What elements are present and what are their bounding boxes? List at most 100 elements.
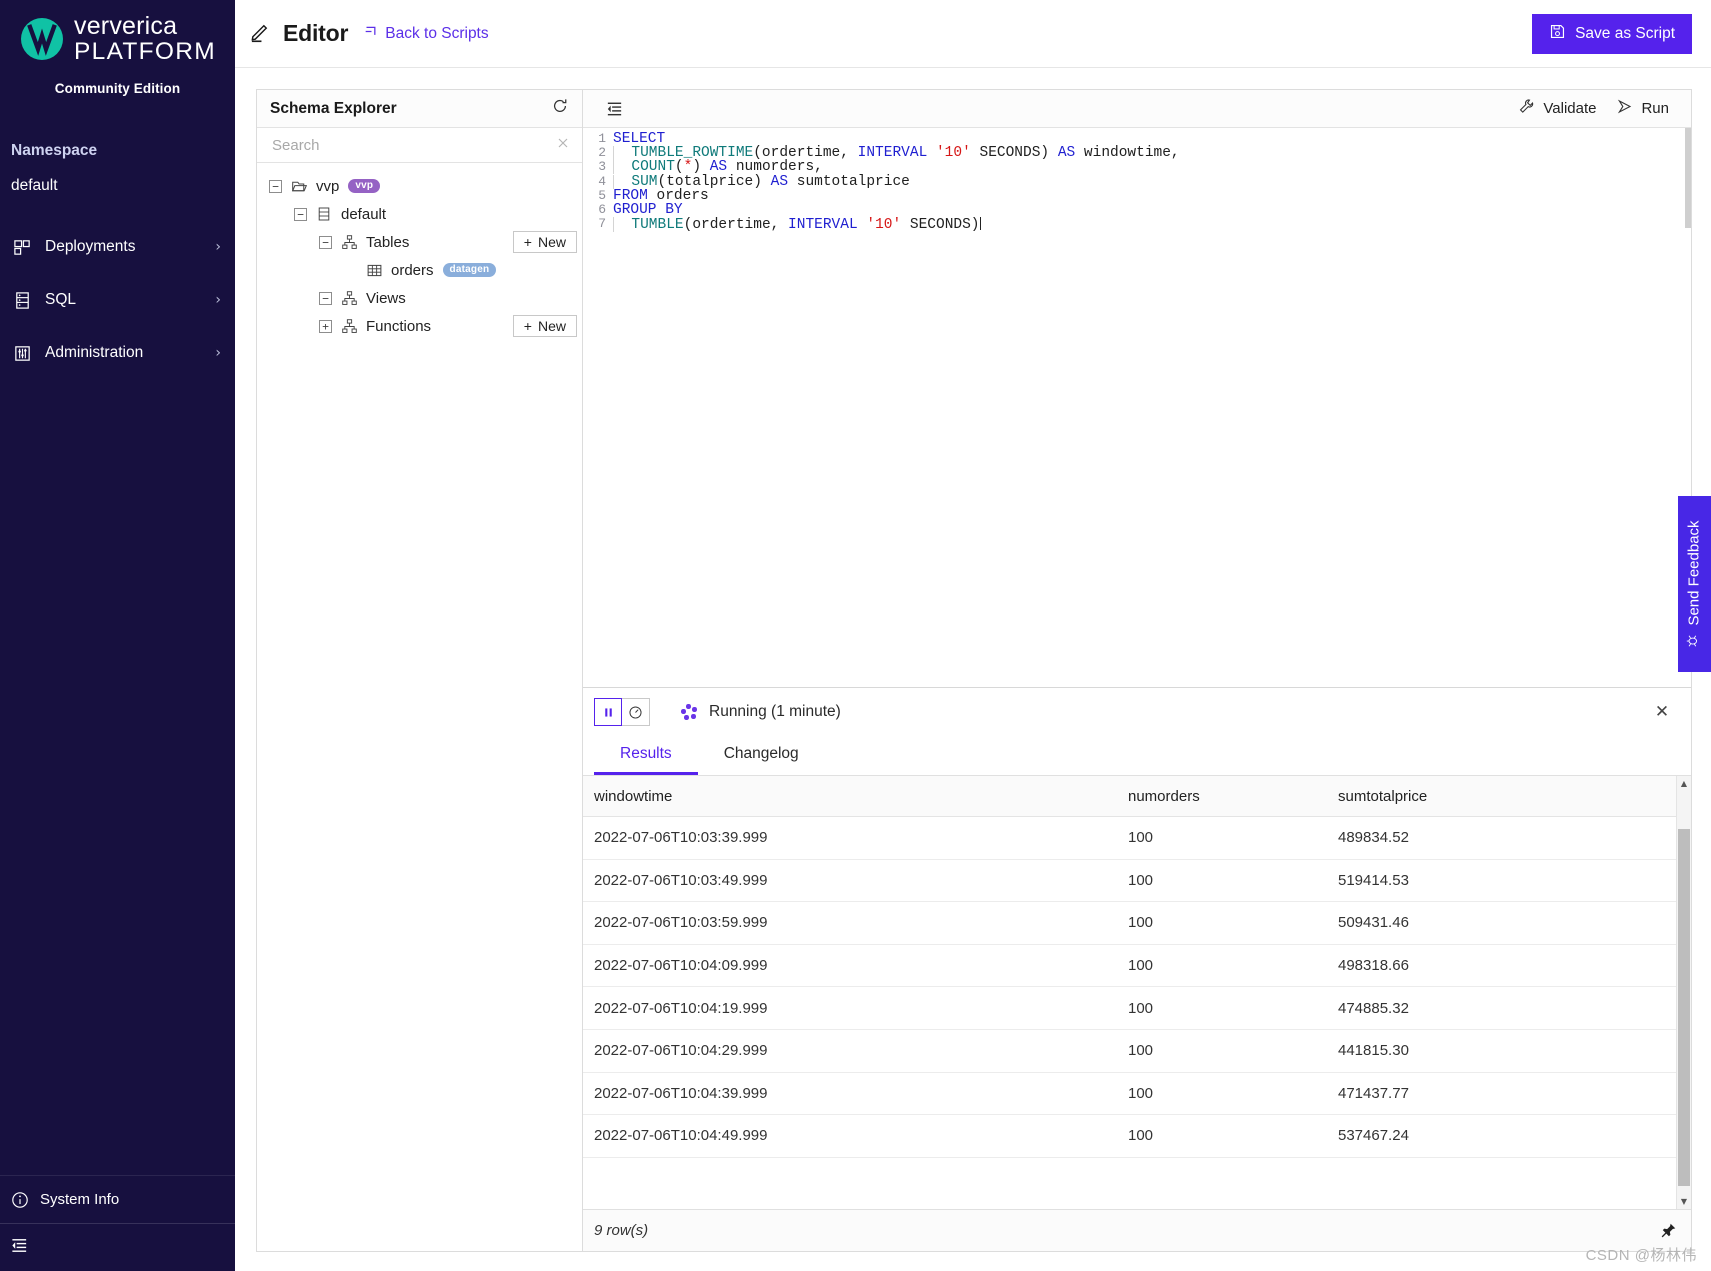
table-row[interactable]: 2022-07-06T10:03:39.999 100 489834.52 bbox=[583, 817, 1691, 860]
table-cell: 519414.53 bbox=[1338, 871, 1409, 889]
schema-tree-node[interactable]: − Tables + New bbox=[257, 228, 582, 256]
line-number: 6 bbox=[598, 202, 606, 218]
new-tables-button[interactable]: + New bbox=[512, 231, 577, 253]
chevron-right-icon: › bbox=[215, 239, 221, 255]
new-button-label: New bbox=[537, 234, 566, 250]
table-cell: 2022-07-06T10:04:39.999 bbox=[594, 1084, 768, 1102]
hierarchy-icon bbox=[340, 289, 358, 307]
brand-header: ververica PLATFORM Community Edition bbox=[0, 0, 235, 96]
pin-icon[interactable] bbox=[1660, 1222, 1677, 1239]
back-to-scripts-link[interactable]: Back to Scripts bbox=[364, 24, 489, 44]
run-button[interactable]: Run bbox=[1606, 94, 1679, 124]
scrollbar-track[interactable] bbox=[1677, 791, 1691, 1194]
pause-button[interactable] bbox=[594, 698, 622, 726]
table-cell: 2022-07-06T10:03:49.999 bbox=[594, 871, 768, 889]
collapse-toggle-icon[interactable]: − bbox=[294, 207, 307, 221]
validate-button[interactable]: Validate bbox=[1508, 94, 1606, 124]
table-row[interactable]: 2022-07-06T10:03:49.999 100 519414.53 bbox=[583, 860, 1691, 903]
table-cell: 2022-07-06T10:04:09.999 bbox=[594, 957, 768, 975]
sidebar-item-administration[interactable]: Administration › bbox=[0, 327, 235, 380]
schema-tree: − vvp vvp − default − Tables + New orders datagen −… bbox=[257, 163, 582, 1251]
feedback-bug-icon bbox=[1685, 633, 1704, 648]
code-vertical-scrollbar[interactable] bbox=[1685, 128, 1691, 228]
sidebar-item-system-info[interactable]: System Info bbox=[0, 1175, 235, 1223]
namespace-value[interactable]: default bbox=[0, 177, 235, 195]
tab-results[interactable]: Results bbox=[594, 736, 698, 775]
table-cell: 471437.77 bbox=[1338, 1084, 1409, 1102]
results-vertical-scrollbar[interactable]: ▲ ▼ bbox=[1676, 776, 1691, 1209]
collapse-toggle-icon[interactable]: − bbox=[269, 179, 282, 193]
column-header-sumtotalprice[interactable]: sumtotalprice bbox=[1338, 788, 1691, 805]
ververica-logo-icon bbox=[19, 16, 65, 62]
sidebar-item-label: SQL bbox=[45, 291, 77, 308]
save-as-script-label: Save as Script bbox=[1575, 24, 1675, 42]
table-row[interactable]: 2022-07-06T10:04:19.999 100 474885.32 bbox=[583, 987, 1691, 1030]
table-cell: 498318.66 bbox=[1338, 957, 1409, 975]
sidebar-item-deployments[interactable]: Deployments › bbox=[0, 221, 235, 274]
collapse-toggle-icon[interactable]: − bbox=[319, 235, 332, 249]
schema-node-label: vvp bbox=[316, 177, 340, 195]
metrics-gauge-button[interactable] bbox=[622, 698, 650, 726]
brand-name-line2: PLATFORM bbox=[74, 38, 216, 65]
sidebar-nav: Deployments › SQL › Administration › bbox=[0, 221, 235, 380]
sidebar-collapse-button[interactable] bbox=[0, 1223, 235, 1271]
clear-search-icon[interactable] bbox=[555, 135, 571, 156]
schema-tree-node[interactable]: − Views bbox=[257, 284, 582, 312]
code-line-text: TUMBLE(ordertime, INTERVAL '10' SECONDS) bbox=[613, 216, 981, 232]
results-tabs: Results Changelog bbox=[583, 736, 1691, 776]
schema-node-badge: datagen bbox=[442, 263, 497, 277]
table-row[interactable]: 2022-07-06T10:03:59.999 100 509431.46 bbox=[583, 902, 1691, 945]
code-line: 1 SELECT bbox=[583, 132, 1691, 147]
expand-toggle-icon[interactable]: + bbox=[319, 319, 332, 333]
collapse-toggle-icon[interactable]: − bbox=[319, 291, 332, 305]
new-functions-button[interactable]: + New bbox=[512, 315, 577, 337]
search-input[interactable] bbox=[270, 135, 555, 155]
schema-tree-node[interactable]: + Functions + New bbox=[257, 312, 582, 340]
table-cell: 100 bbox=[1128, 957, 1154, 975]
scrollbar-thumb[interactable] bbox=[1678, 829, 1690, 1186]
table-row[interactable]: 2022-07-06T10:04:29.999 100 441815.30 bbox=[583, 1030, 1691, 1073]
close-results-icon[interactable]: ✕ bbox=[1647, 697, 1677, 727]
table-cell: 537467.24 bbox=[1338, 1127, 1409, 1145]
scroll-down-arrow-icon[interactable]: ▼ bbox=[1681, 1194, 1687, 1209]
schema-tree-node[interactable]: − default bbox=[257, 200, 582, 228]
save-as-script-button[interactable]: Save as Script bbox=[1532, 13, 1692, 54]
tab-changelog[interactable]: Changelog bbox=[698, 736, 825, 775]
plus-icon: + bbox=[523, 318, 532, 334]
run-status-label: Running (1 minute) bbox=[709, 703, 841, 720]
row-count-label: 9 row(s) bbox=[594, 1222, 649, 1239]
line-number: 7 bbox=[598, 216, 606, 232]
schema-search-row bbox=[257, 128, 582, 163]
schema-tree-node[interactable]: orders datagen bbox=[257, 256, 582, 284]
chevron-right-icon: › bbox=[215, 345, 221, 361]
line-number: 4 bbox=[598, 173, 606, 189]
column-header-windowtime[interactable]: windowtime bbox=[583, 788, 1128, 805]
table-cell: 489834.52 bbox=[1338, 829, 1409, 847]
brand-name-line1: ververica bbox=[74, 12, 178, 40]
table-row[interactable]: 2022-07-06T10:04:09.999 100 498318.66 bbox=[583, 945, 1691, 988]
validate-wrench-icon bbox=[1518, 98, 1535, 119]
send-feedback-tab[interactable]: Send Feedback bbox=[1678, 496, 1711, 672]
table-cell: 474885.32 bbox=[1338, 999, 1409, 1017]
main-area: Editor Back to Scripts Save as Script Sc… bbox=[235, 0, 1711, 1271]
send-feedback-label: Send Feedback bbox=[1686, 519, 1704, 626]
sql-code-editor[interactable]: 1 SELECT 2 TUMBLE_ROWTIME(ordertime, INTER… bbox=[583, 128, 1691, 687]
line-number: 2 bbox=[598, 145, 606, 161]
schema-tree-node[interactable]: − vvp vvp bbox=[257, 172, 582, 200]
schema-explorer-title: Schema Explorer bbox=[270, 99, 397, 117]
chevron-right-icon: › bbox=[215, 292, 221, 308]
table-cell: 441815.30 bbox=[1338, 1042, 1409, 1060]
scroll-up-arrow-icon[interactable]: ▲ bbox=[1681, 776, 1687, 791]
refresh-icon[interactable] bbox=[551, 97, 569, 120]
table-row[interactable]: 2022-07-06T10:04:39.999 100 471437.77 bbox=[583, 1073, 1691, 1116]
collapse-sidebar-icon bbox=[10, 1236, 29, 1260]
table-cell: 2022-07-06T10:04:19.999 bbox=[594, 999, 768, 1017]
column-header-numorders[interactable]: numorders bbox=[1128, 788, 1338, 805]
sql-icon bbox=[11, 289, 33, 311]
format-sql-icon[interactable] bbox=[595, 94, 634, 124]
sidebar-item-sql[interactable]: SQL › bbox=[0, 274, 235, 327]
text-cursor bbox=[979, 216, 981, 230]
table-row[interactable]: 2022-07-06T10:04:49.999 100 537467.24 bbox=[583, 1115, 1691, 1158]
sidebar-item-label: Deployments bbox=[45, 238, 136, 255]
table-cell: 2022-07-06T10:04:49.999 bbox=[594, 1127, 768, 1145]
